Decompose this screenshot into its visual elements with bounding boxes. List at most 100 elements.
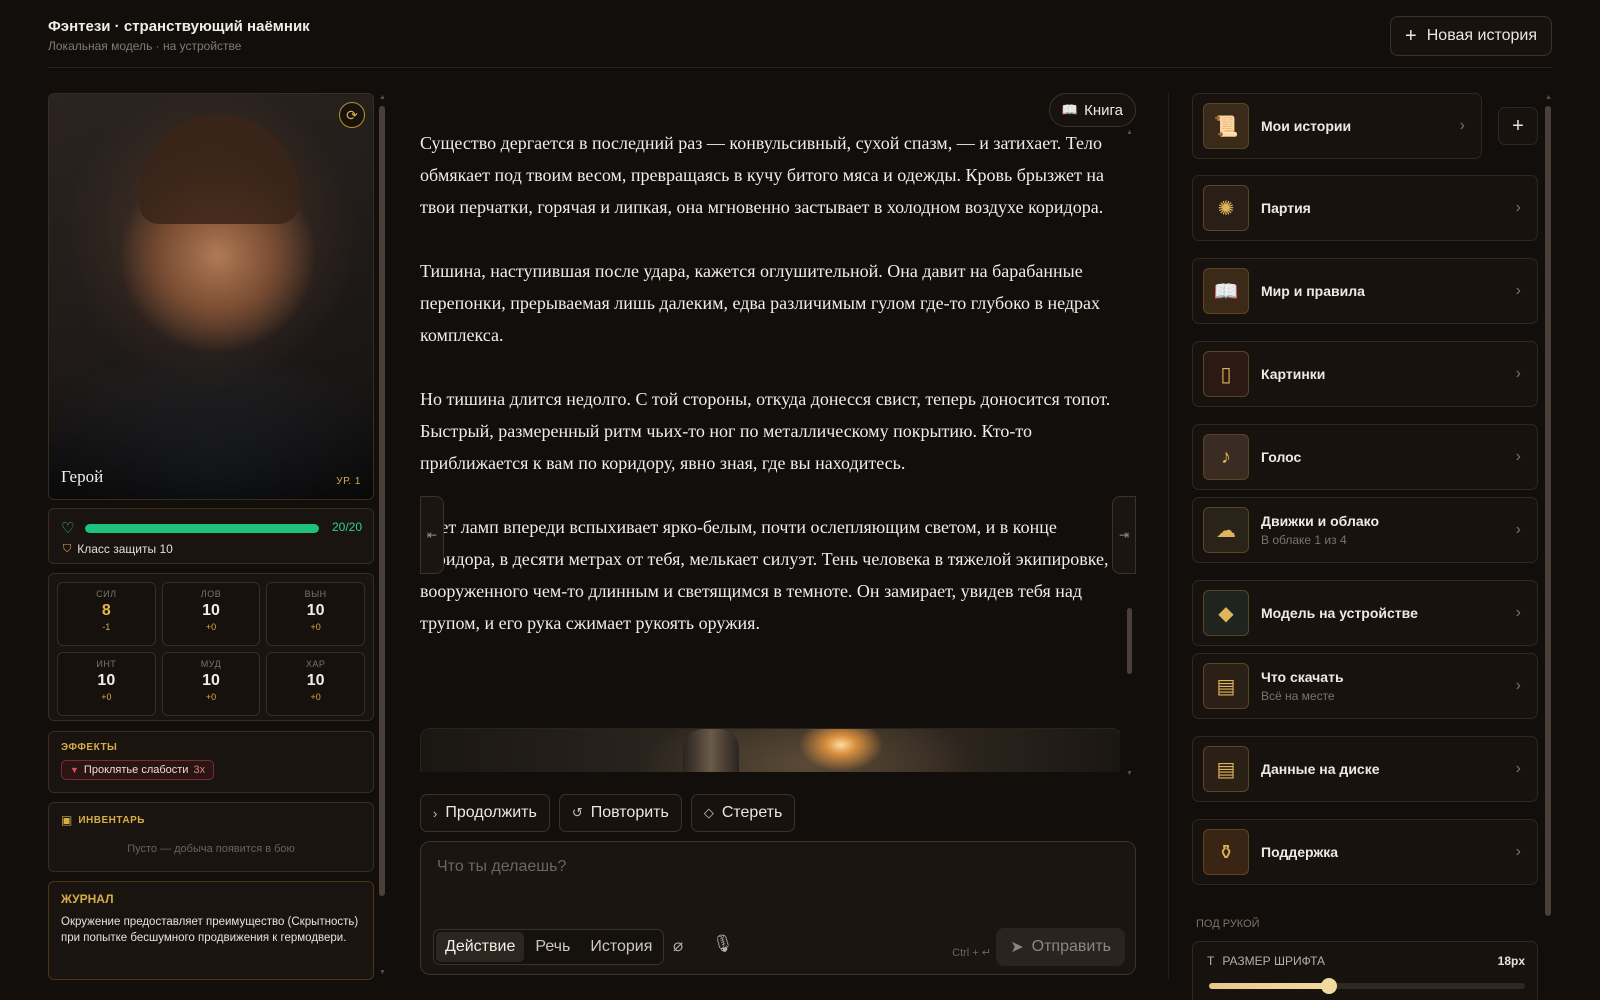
voice-icon: ♪ — [1203, 434, 1249, 480]
nav-item-2[interactable]: ✺ Партия › — [1192, 175, 1538, 241]
chevron-right-icon: › — [433, 805, 438, 821]
backpack-icon: ▣ — [61, 813, 73, 827]
inventory-label: ИНВЕНТАРЬ — [78, 814, 145, 826]
stat-value: 10 — [306, 672, 325, 689]
left-scrollbar-thumb[interactable] — [379, 106, 385, 896]
send-button[interactable]: ➤ Отправить — [996, 928, 1125, 966]
portrait-hair — [139, 114, 299, 224]
action-input[interactable] — [437, 858, 1117, 876]
stat-value: 10 — [202, 602, 220, 619]
nav-item-7[interactable]: ◆ Модель на устройстве › — [1192, 580, 1538, 646]
scroll-up-icon[interactable]: ▲ — [1545, 94, 1552, 101]
stat-инт: ИНТ 10 +0 — [57, 652, 156, 716]
font-size-slider[interactable] — [1209, 978, 1525, 994]
stat-modifier: +0 — [310, 622, 321, 632]
story-scrollbar-thumb[interactable] — [1127, 608, 1132, 674]
column-divider — [1168, 93, 1169, 980]
hp-value: 20/20 — [331, 520, 362, 534]
regenerate-portrait-icon[interactable]: ⟳ — [339, 102, 365, 128]
open-book-icon: 📖 — [1061, 102, 1079, 117]
nav-item-label: Поддержка — [1261, 844, 1339, 860]
stat-value: 10 — [306, 602, 325, 619]
story-actions: › Продолжить ↺ Повторить ◇ Стереть — [420, 794, 796, 832]
mode-story-tab[interactable]: История — [581, 932, 661, 962]
stat-label: ХАР — [305, 659, 326, 669]
left-scrollbar[interactable]: ▲ ▼ — [379, 94, 386, 976]
mode-action-tab[interactable]: Действие — [436, 932, 525, 962]
book-button[interactable]: 📖 Книга — [1048, 93, 1136, 127]
armor-class: ⛉ Класс защиты 10 — [63, 542, 173, 556]
story-scrollbar[interactable]: ▲ ▼ — [1126, 129, 1133, 777]
right-scrollbar[interactable]: ▲ — [1545, 94, 1552, 916]
chevron-right-icon: › — [1515, 760, 1521, 777]
nav-item-1[interactable]: 📜 Мои истории › — [1192, 93, 1482, 159]
stat-label: ВЫН — [304, 589, 327, 599]
app-header: Фэнтези · странствующий наёмник Локальна… — [48, 16, 1552, 68]
font-size-value: 18px — [1497, 954, 1525, 968]
nav-item-text: Данные на диске — [1261, 761, 1516, 777]
stat-modifier: -1 — [102, 622, 111, 632]
nav-item-label: Что скачать — [1261, 669, 1344, 685]
page-subtitle: Локальная модель · на устройстве — [48, 39, 242, 53]
story-area: 📖 Книга Существо дергается в последний р… — [420, 93, 1136, 980]
effects-label: ЭФФЕКТЫ — [61, 742, 118, 753]
story-paragraph: Тишина, наступившая после удара, кажется… — [420, 261, 1101, 345]
story-paragraph: Свет ламп впереди вспыхивает ярко-белым,… — [420, 517, 1109, 633]
retry-button[interactable]: ↺ Повторить — [558, 794, 682, 832]
new-story-button[interactable]: + Новая история — [1390, 16, 1552, 56]
collapse-right-panel-icon[interactable]: ⇥ — [1112, 496, 1136, 574]
send-shortcut-hint: Ctrl + ↵ — [952, 947, 991, 959]
nav-item-text: Движки и облако В облаке 1 из 4 — [1261, 513, 1516, 547]
scroll-up-icon[interactable]: ▲ — [379, 94, 386, 101]
journal-label: ЖУРНАЛ — [61, 892, 114, 906]
nav-item-9[interactable]: ▤ Данные на диске › — [1192, 736, 1538, 802]
scene-illustration — [420, 728, 1120, 772]
scroll-up-icon[interactable]: ▲ — [1126, 129, 1133, 136]
microphone-icon[interactable]: 🎙 — [712, 934, 734, 954]
story-text: Существо дергается в последний раз — кон… — [420, 127, 1120, 772]
nav-item-8[interactable]: ▤ Что скачать Всё на месте › — [1192, 653, 1538, 719]
inventory-header: ▣ ИНВЕНТАРЬ — [61, 813, 361, 827]
nav-item-10[interactable]: ⚱ Поддержка › — [1192, 819, 1538, 885]
chevron-right-icon: › — [1515, 843, 1521, 860]
nav-item-4[interactable]: ▯ Картинки › — [1192, 341, 1538, 407]
continue-button[interactable]: › Продолжить — [420, 794, 550, 832]
stats-panel: СИЛ 8 -1 ЛОВ 10 +0 ВЫН 10 +0 ИНТ 10 +0 МУД 10 +0 ХАР 10 +… — [48, 573, 374, 721]
nav-item-3[interactable]: 📖 Мир и правила › — [1192, 258, 1538, 324]
nav-item-5[interactable]: ♪ Голос › — [1192, 424, 1538, 490]
chest-icon: ▤ — [1203, 746, 1249, 792]
font-size-slider-knob[interactable] — [1321, 978, 1338, 994]
effect-chip[interactable]: ▼ Проклятье слабости 3x — [61, 760, 215, 780]
scroll-down-icon[interactable]: ▼ — [379, 969, 386, 976]
hp-bar-fill — [85, 524, 319, 533]
right-scrollbar-thumb[interactable] — [1545, 106, 1551, 916]
story-paragraph: Существо дергается в последний раз — кон… — [420, 133, 1104, 217]
stat-label: СИЛ — [96, 589, 117, 599]
font-size-header: T РАЗМЕР ШРИФТА — [1207, 954, 1325, 968]
emblem-icon: ✺ — [1203, 185, 1249, 231]
triangle-down-icon: ▼ — [70, 765, 79, 775]
nav-item-sublabel: Всё на месте — [1261, 689, 1335, 703]
hero-portrait: ⟳ Герой УР. 1 — [48, 93, 374, 500]
retry-icon: ↺ — [571, 805, 583, 820]
mode-speech-tab[interactable]: Речь — [526, 932, 579, 962]
add-story-button[interactable]: + — [1498, 107, 1538, 145]
collapse-left-panel-icon[interactable]: ⇤ — [420, 496, 444, 574]
erase-button[interactable]: ◇ Стереть — [690, 794, 796, 832]
hp-panel: ♡ 20/20 ⛉ Класс защиты 10 — [48, 508, 374, 564]
paperclip-icon[interactable]: ⌀ — [673, 936, 683, 956]
cloud-icon: ☁ — [1203, 507, 1249, 553]
nav-item-6[interactable]: ☁ Движки и облако В облаке 1 из 4 › — [1192, 497, 1538, 563]
hero-level: УР. 1 — [336, 476, 361, 487]
nav-item-text: Картинки — [1261, 366, 1516, 382]
nav-item-label: Движки и облако — [1261, 513, 1380, 529]
book-label: Книга — [1084, 101, 1123, 119]
erase-label: Стереть — [721, 804, 783, 821]
send-icon: ➤ — [1010, 939, 1024, 956]
scroll-icon: 📜 — [1203, 103, 1249, 149]
scroll-down-icon[interactable]: ▼ — [1126, 770, 1133, 777]
potion-icon: ⚱ — [1203, 829, 1249, 875]
story-paragraph: Но тишина длится недолго. С той стороны,… — [420, 389, 1111, 473]
side-menu: 📜 Мои истории › ✺ Партия › 📖 Мир и правила › ▯ Кар… — [1192, 93, 1538, 1000]
retry-label: Повторить — [590, 804, 669, 821]
